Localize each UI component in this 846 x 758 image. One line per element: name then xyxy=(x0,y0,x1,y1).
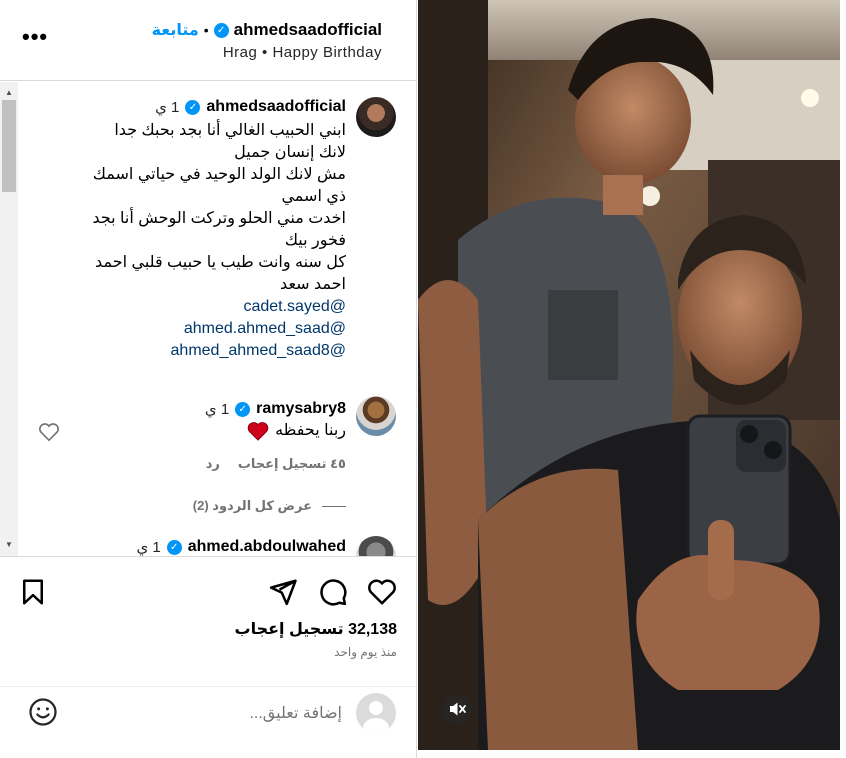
caption-line: ذي اسمي xyxy=(281,188,346,205)
post-actions: 32,138 تسجيل إعجاب منذ يوم واحد xyxy=(0,556,416,686)
comment-input[interactable] xyxy=(142,701,342,727)
header-audio-subtitle[interactable]: Hrag • Happy Birthday xyxy=(223,44,382,61)
mention-link[interactable]: @ahmed_ahmed_saad8 xyxy=(92,340,346,362)
comment-likes-count[interactable]: ٤٥ تسجيل إعجاب xyxy=(238,456,346,472)
post-header: ••• ahmedsaadofficial ✓ • متابعة Hrag • … xyxy=(0,0,416,81)
mute-audio-button[interactable] xyxy=(442,694,472,724)
verified-badge-icon: ✓ xyxy=(213,22,229,38)
view-replies-button[interactable]: عرض كل الردود (2) xyxy=(193,498,346,514)
save-bookmark-icon[interactable] xyxy=(18,577,48,607)
like-heart-icon[interactable] xyxy=(367,577,397,607)
caption-line: مش لانك الولد الوحيد في حياتي اسمك xyxy=(92,166,346,183)
caption-line: ابني الحبيب الغالي أنا بجد بحبك جدا xyxy=(114,122,346,139)
caption-header: ahmedsaadofficial ✓ 1 ي xyxy=(155,98,346,116)
more-options-icon[interactable]: ••• xyxy=(22,26,47,50)
comment-text-row: ربنا يحفظه xyxy=(247,420,346,442)
comment-author-avatar[interactable] xyxy=(356,396,396,436)
scrollbar[interactable]: ▲ ▼ xyxy=(0,82,18,556)
current-user-avatar xyxy=(356,693,396,733)
comments-scroll-area[interactable]: ▲ ▼ ahmedsaadofficial ✓ 1 ي ابني الحبيب … xyxy=(0,82,416,556)
emoji-picker-icon[interactable] xyxy=(28,697,58,727)
verified-badge-icon: ✓ xyxy=(185,99,201,115)
comment-meta: ٤٥ تسجيل إعجاب رد xyxy=(206,456,346,472)
post-photo-illustration xyxy=(418,0,840,750)
view-replies-line xyxy=(322,505,346,507)
scroll-up-arrow-icon[interactable]: ▲ xyxy=(5,88,13,97)
caption-username[interactable]: ahmedsaadofficial xyxy=(206,98,346,116)
caption-line: لانك إنسان جميل xyxy=(234,144,346,161)
mention-link[interactable]: @ahmed.ahmed_saad xyxy=(92,318,346,340)
reply-button[interactable]: رد xyxy=(206,456,220,472)
comment-username[interactable]: ramysabry8 xyxy=(256,400,346,418)
comment-username[interactable]: ahmed.abdoulwahed xyxy=(188,538,346,556)
view-replies-label[interactable]: عرض كل الردود (2) xyxy=(193,498,312,514)
header-user-row: ahmedsaadofficial ✓ • متابعة xyxy=(152,20,382,40)
volume-mute-icon xyxy=(450,702,466,716)
verified-badge-icon: ✓ xyxy=(166,539,182,555)
caption-text: ابني الحبيب الغالي أنا بجد بحبك جدا لانك… xyxy=(92,120,346,362)
scroll-down-arrow-icon[interactable]: ▼ xyxy=(5,540,13,549)
scrollbar-thumb[interactable] xyxy=(2,100,16,192)
separator-dot: • xyxy=(203,22,209,38)
follow-button[interactable]: متابعة xyxy=(152,20,199,40)
caption-line: اخدت مني الحلو وتركت الوحش أنا بجد xyxy=(92,210,346,227)
red-heart-emoji-icon xyxy=(247,422,269,441)
caption-line: كل سنه وانت طيب يا حبيب قلبي احمد xyxy=(95,254,346,271)
comment-bubble-icon[interactable] xyxy=(318,577,348,607)
caption-time[interactable]: 1 ي xyxy=(155,98,179,116)
caption-line: احمد سعد xyxy=(280,276,346,293)
caption-line: فخور بيك xyxy=(284,232,346,249)
caption-author-avatar[interactable] xyxy=(356,97,396,137)
add-comment-bar xyxy=(0,686,416,758)
mention-link[interactable]: @cadet.sayed xyxy=(92,296,346,318)
post-time-ago[interactable]: منذ يوم واحد xyxy=(334,645,397,659)
comment-text: ربنا يحفظه xyxy=(275,422,346,439)
header-username[interactable]: ahmedsaadofficial xyxy=(234,20,382,40)
likes-count[interactable]: 32,138 تسجيل إعجاب xyxy=(235,619,398,639)
share-send-icon[interactable] xyxy=(268,577,298,607)
comment-author-avatar[interactable] xyxy=(356,536,396,556)
comment-header: ahmed.abdoulwahed ✓ 1 ي xyxy=(136,538,346,556)
comment-time[interactable]: 1 ي xyxy=(136,538,160,556)
comment-time[interactable]: 1 ي xyxy=(205,400,229,418)
post-details-panel: ••• ahmedsaadofficial ✓ • متابعة Hrag • … xyxy=(0,0,417,758)
verified-badge-icon: ✓ xyxy=(235,401,251,417)
comment-header: ramysabry8 ✓ 1 ي xyxy=(205,400,346,418)
post-photo[interactable] xyxy=(418,0,840,750)
like-comment-heart-icon[interactable] xyxy=(38,422,60,442)
